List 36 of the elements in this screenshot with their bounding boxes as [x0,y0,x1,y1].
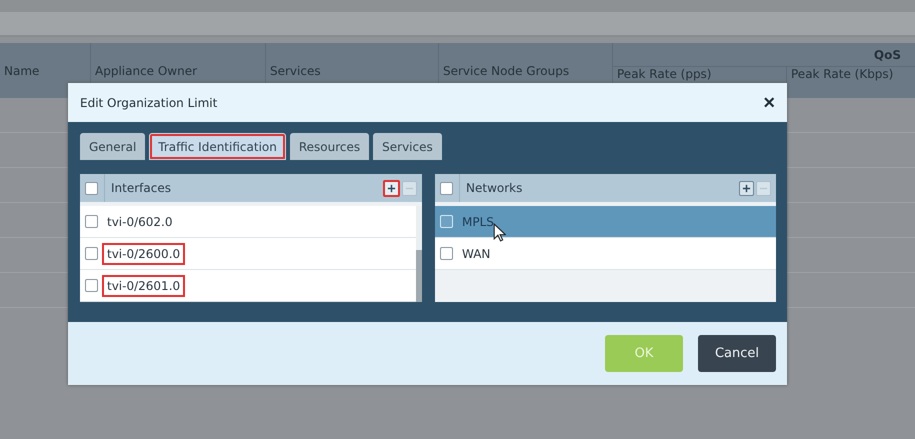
column-header[interactable]: Name [4,64,40,78]
cursor-icon [493,223,506,242]
tab[interactable]: General [80,133,146,160]
checkbox[interactable] [85,247,98,260]
list-row[interactable]: tvi-0/2600.0 [80,238,416,270]
checkbox[interactable] [85,215,98,228]
column-header[interactable]: Peak Rate (Kbps) [791,67,894,81]
panel-title: Interfaces [104,174,377,202]
panel-title: Networks [459,174,733,202]
row-label: tvi-0/602.0 [106,214,174,230]
close-button[interactable]: × [761,92,777,112]
checkbox[interactable] [440,247,453,260]
plus-icon[interactable] [383,180,400,196]
checkbox[interactable] [85,279,98,292]
column-header[interactable]: Services [270,64,321,78]
list-row[interactable]: tvi-0/602.0 [80,206,416,238]
dialog-title: Edit Organization Limit [80,96,218,110]
plus-icon[interactable] [739,180,754,196]
row-label: tvi-0/2601.0 [104,276,184,294]
list-row[interactable]: WAN [435,238,776,270]
column-header[interactable]: Appliance Owner [95,64,198,78]
checkbox[interactable] [440,182,453,194]
cancel-button[interactable]: Cancel [698,335,776,372]
tab[interactable]: Services [373,133,442,160]
column-group-header: QoS [874,48,901,62]
scrollbar[interactable] [416,206,422,302]
list-row[interactable]: tvi-0/2601.0 [80,270,416,302]
checkbox[interactable] [85,182,98,194]
column-header[interactable]: Service Node Groups [443,64,570,78]
tab[interactable]: Resources [290,133,370,160]
list-row[interactable]: MPLS [435,206,776,238]
row-label: WAN [461,246,492,262]
row-label: MPLS [461,214,495,230]
tab[interactable]: Traffic Identification [149,133,286,160]
row-label: tvi-0/2600.0 [104,244,184,262]
column-header[interactable]: Peak Rate (pps) [617,67,712,81]
